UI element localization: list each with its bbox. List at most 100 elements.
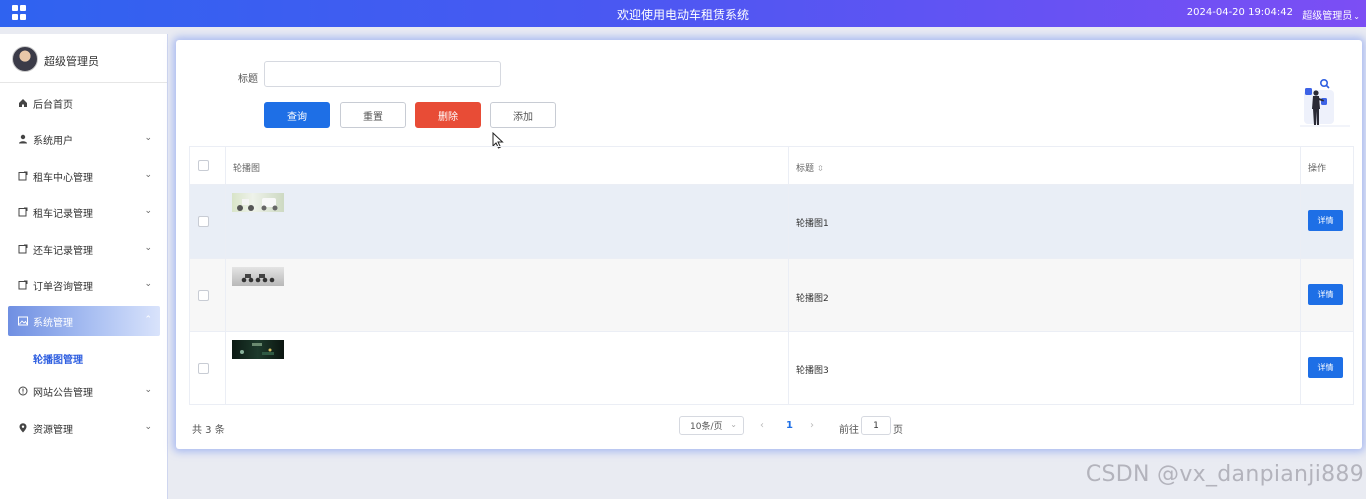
user-menu[interactable]: 超级管理员⌄ <box>1302 7 1360 22</box>
table-header-row: 轮播图 标题 ⇳ 操作 <box>190 147 1353 185</box>
sidebar: 超级管理员 后台首页 系统用户 ⌄ 租车中心管理 ⌄ 租车记录管理 ⌄ 还车记录… <box>0 34 168 499</box>
row-checkbox-cell <box>190 185 226 258</box>
info-icon <box>17 385 29 397</box>
table-row[interactable]: 轮播图3 详情 <box>190 332 1353 404</box>
carousel-thumbnail[interactable] <box>232 193 284 212</box>
sidebar-item-rental-records[interactable]: 租车记录管理 ⌄ <box>8 197 160 227</box>
chevron-down-icon: ⌄ <box>144 279 152 289</box>
illustration-person-icon <box>1300 78 1350 148</box>
carousel-thumbnail[interactable] <box>232 340 284 359</box>
select-all-checkbox[interactable] <box>198 160 209 171</box>
datetime-display: 2024-04-20 19:04:42 <box>1186 7 1293 18</box>
document-icon <box>17 279 29 291</box>
row-title: 轮播图1 <box>796 219 829 229</box>
chevron-down-icon: ⌄ <box>144 206 152 216</box>
row-title: 轮播图3 <box>796 366 829 376</box>
row-checkbox[interactable] <box>198 290 209 301</box>
avatar <box>12 46 38 72</box>
sidebar-item-announcements[interactable]: 网站公告管理 ⌄ <box>8 376 160 406</box>
column-header-label: 轮播图 <box>233 164 261 174</box>
sidebar-subitem-carousel[interactable]: 轮播图管理 <box>33 351 83 366</box>
column-header-image: 轮播图 <box>226 147 789 184</box>
row-checkbox-cell <box>190 332 226 404</box>
page-size-select[interactable]: 10条/页 ⌄ <box>679 416 744 435</box>
sidebar-item-label: 租车记录管理 <box>33 208 93 220</box>
sidebar-item-label: 租车中心管理 <box>33 172 93 184</box>
sidebar-item-label: 后台首页 <box>33 99 73 111</box>
chevron-down-icon: ⌄ <box>730 420 737 429</box>
image-cell <box>226 332 789 404</box>
sidebar-item-label: 资源管理 <box>33 424 73 436</box>
page-number-current[interactable]: 1 <box>786 420 793 431</box>
chevron-down-icon: ⌄ <box>144 243 152 253</box>
sidebar-item-rental-center[interactable]: 租车中心管理 ⌄ <box>8 161 160 191</box>
detail-button[interactable]: 详情 <box>1308 284 1343 305</box>
column-header-title[interactable]: 标题 ⇳ <box>789 147 1301 184</box>
sidebar-profile: 超级管理员 <box>0 34 167 83</box>
user-menu-label: 超级管理员 <box>1302 11 1353 22</box>
query-button[interactable]: 查询 <box>264 102 330 128</box>
chevron-down-icon: ⌄ <box>144 385 152 395</box>
top-bar: 欢迎使用电动车租赁系统 2024-04-20 19:04:42 超级管理员⌄ <box>0 0 1366 27</box>
picture-icon <box>17 315 29 327</box>
header-checkbox-cell <box>190 147 226 184</box>
sidebar-item-label: 网站公告管理 <box>33 387 93 399</box>
reset-button[interactable]: 重置 <box>340 102 406 128</box>
sort-icon[interactable]: ⇳ <box>817 164 824 173</box>
title-cell: 轮播图1 <box>789 185 1301 258</box>
watermark: CSDN @vx_danpianji889 <box>1085 462 1364 487</box>
row-title: 轮播图2 <box>796 294 829 304</box>
carousel-thumbnail[interactable] <box>232 267 284 286</box>
action-cell: 详情 <box>1301 185 1353 258</box>
sidebar-item-label: 还车记录管理 <box>33 245 93 257</box>
column-header-label: 标题 <box>796 164 815 174</box>
column-header-label-wrap: 标题 ⇳ <box>796 161 824 174</box>
sidebar-item-system-users[interactable]: 系统用户 ⌄ <box>8 124 160 154</box>
chevron-up-icon: ⌃ <box>144 315 152 325</box>
title-cell: 轮播图2 <box>789 259 1301 331</box>
title-cell: 轮播图3 <box>789 332 1301 404</box>
profile-name: 超级管理员 <box>44 55 99 68</box>
main-panel: 标题 查询 重置 删除 添加 轮播图 标题 ⇳ 操作 轮播图1 详情 轮播图2 … <box>176 40 1362 449</box>
next-page-button[interactable]: › <box>810 420 814 431</box>
title-search-input[interactable] <box>264 61 501 87</box>
sidebar-item-system-management[interactable]: 系统管理 ⌃ <box>8 306 160 336</box>
page-size-value: 10条/页 <box>690 422 723 432</box>
document-icon <box>17 243 29 255</box>
carousel-table: 轮播图 标题 ⇳ 操作 轮播图1 详情 轮播图2 详情 轮播图3 详情 <box>189 146 1354 405</box>
action-cell: 详情 <box>1301 259 1353 331</box>
prev-page-button[interactable]: ‹ <box>760 420 764 431</box>
sidebar-item-order-inquiry[interactable]: 订单咨询管理 ⌄ <box>8 270 160 300</box>
row-checkbox[interactable] <box>198 363 209 374</box>
sidebar-item-return-records[interactable]: 还车记录管理 ⌄ <box>8 234 160 264</box>
chevron-down-icon: ⌄ <box>144 422 152 432</box>
table-row[interactable]: 轮播图2 详情 <box>190 259 1353 332</box>
delete-button[interactable]: 删除 <box>415 102 481 128</box>
add-button[interactable]: 添加 <box>490 102 556 128</box>
row-checkbox[interactable] <box>198 216 209 227</box>
sidebar-item-resources[interactable]: 资源管理 ⌄ <box>8 413 160 443</box>
table-row[interactable]: 轮播图1 详情 <box>190 185 1353 259</box>
row-checkbox-cell <box>190 259 226 331</box>
table-body: 轮播图1 详情 轮播图2 详情 轮播图3 详情 <box>190 185 1353 404</box>
image-cell <box>226 259 789 331</box>
sidebar-item-label: 订单咨询管理 <box>33 281 93 293</box>
user-icon <box>17 133 29 145</box>
sidebar-item-label: 系统用户 <box>33 135 73 147</box>
chevron-down-icon: ⌄ <box>144 170 152 180</box>
sidebar-item-home[interactable]: 后台首页 <box>8 88 160 118</box>
goto-page-input[interactable] <box>861 416 891 435</box>
sidebar-item-label: 系统管理 <box>33 317 73 329</box>
action-cell: 详情 <box>1301 332 1353 404</box>
total-count: 共 3 条 <box>192 425 225 436</box>
search-label: 标题 <box>238 74 258 85</box>
goto-unit: 页 <box>893 425 903 436</box>
document-icon <box>17 206 29 218</box>
column-header-label: 操作 <box>1308 164 1327 174</box>
home-icon <box>17 97 29 109</box>
detail-button[interactable]: 详情 <box>1308 357 1343 378</box>
goto-label: 前往 <box>839 425 859 436</box>
column-header-actions: 操作 <box>1301 147 1353 184</box>
detail-button[interactable]: 详情 <box>1308 210 1343 231</box>
document-icon <box>17 170 29 182</box>
